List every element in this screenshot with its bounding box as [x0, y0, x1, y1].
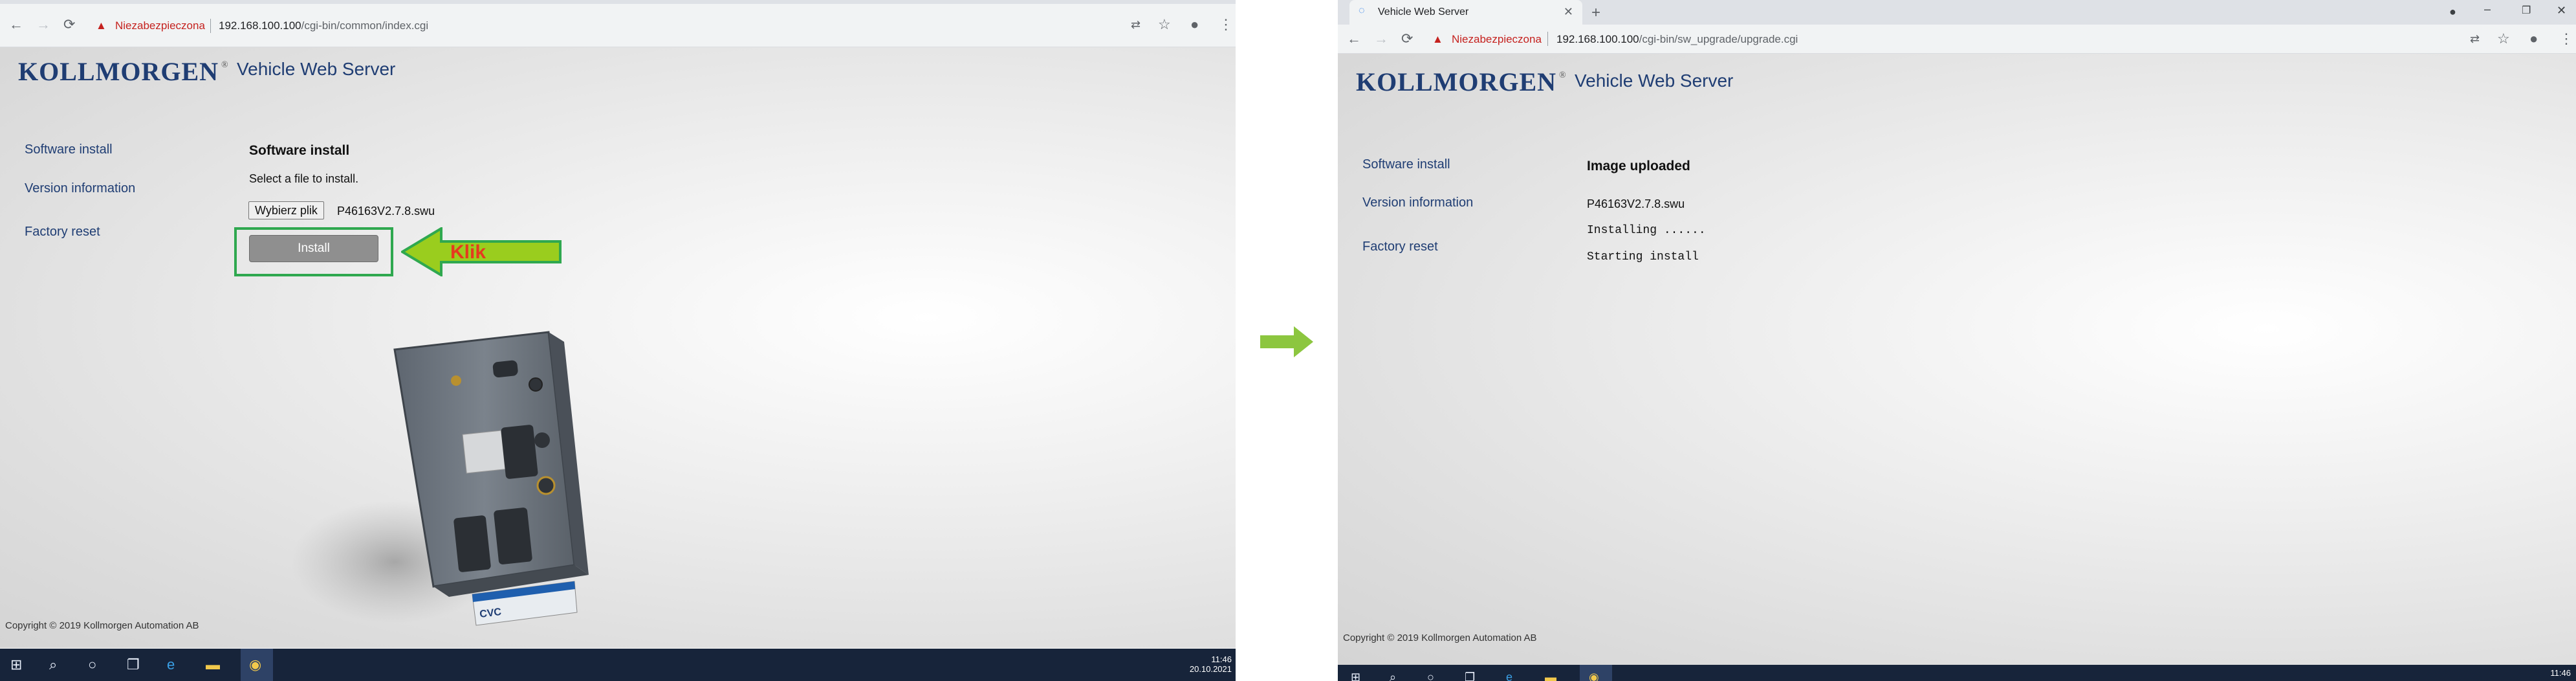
file-explorer-icon[interactable]: ▬ — [1545, 670, 1556, 681]
forward-icon[interactable]: → — [1374, 32, 1388, 46]
url-path: /cgi-bin/common/index.cgi — [301, 19, 429, 32]
chrome-icon[interactable]: ◉ — [1589, 670, 1599, 681]
url-path: /cgi-bin/sw_upgrade/upgrade.cgi — [1639, 33, 1798, 45]
arrow-label: Klik — [450, 241, 486, 263]
clock-date: 20.10.2021 — [1189, 664, 1232, 674]
url-separator — [210, 19, 211, 33]
windows-start-icon[interactable]: ⊞ — [10, 658, 22, 672]
url-input[interactable]: 192.168.100.100/cgi-bin/common/index.cgi — [219, 19, 428, 32]
clock-time: 11:46 — [2550, 668, 2571, 678]
profile-badge-icon[interactable]: ● — [2449, 5, 2456, 19]
translate-icon[interactable]: ⇄ — [1131, 17, 1141, 32]
cortana-icon[interactable]: ○ — [1427, 670, 1434, 681]
menu-icon[interactable]: ⋮ — [1219, 17, 1233, 32]
back-icon[interactable]: ← — [9, 17, 23, 32]
task-view-icon[interactable]: ❐ — [127, 658, 140, 672]
url-host: 192.168.100.100 — [1556, 33, 1639, 45]
back-icon[interactable]: ← — [1347, 32, 1361, 46]
profile-icon[interactable]: ● — [2529, 32, 2538, 46]
warning-icon: ▲ — [96, 19, 107, 32]
windows-taskbar: ⊞ ⌕ ○ ❐ e ▬ ◉ 11:46 20.10.2021 — [0, 649, 1236, 681]
copyright-text: Copyright © 2019 Kollmorgen Automation A… — [5, 620, 199, 631]
task-view-icon[interactable]: ❐ — [1465, 670, 1475, 681]
taskbar-clock[interactable]: 11:46 20.10.2021 — [1190, 654, 1232, 674]
profile-icon[interactable]: ● — [1190, 17, 1199, 32]
active-tab[interactable]: ◌ Vehicle Web Server ✕ — [1349, 0, 1582, 25]
section-title: Software install — [249, 143, 350, 158]
status-title: Image uploaded — [1587, 159, 1690, 173]
choose-file-button[interactable]: Wybierz plik — [248, 201, 324, 219]
url-separator — [1547, 32, 1548, 46]
search-icon[interactable]: ⌕ — [49, 658, 57, 672]
edge-icon[interactable]: e — [1506, 670, 1512, 681]
tab-close-icon[interactable]: ✕ — [1564, 5, 1573, 19]
install-button[interactable]: Install — [249, 235, 378, 262]
windows-taskbar: ⊞ ⌕ ○ ❐ e ▬ ◉ 11:46 — [1338, 665, 2576, 681]
copyright-text: Copyright © 2019 Kollmorgen Automation A… — [1343, 632, 1537, 643]
window-close-icon[interactable]: ✕ — [2557, 4, 2566, 17]
menu-icon[interactable]: ⋮ — [2559, 32, 2573, 46]
transition-arrow-shape — [1260, 326, 1313, 357]
address-bar-row: ← → ⟳ ▲ Niezabezpieczona 192.168.100.100… — [1338, 25, 2576, 54]
starting-status: Starting install — [1587, 251, 1699, 263]
selected-file-name: P46163V2.7.8.swu — [337, 205, 435, 218]
tab-strip: ◌ Vehicle Web Server ✕ + ● – ❐ ✕ — [1338, 0, 2576, 25]
device-image: CVC — [291, 331, 589, 626]
chrome-icon[interactable]: ◉ — [249, 658, 261, 672]
reload-icon[interactable]: ⟳ — [1401, 32, 1413, 46]
brand-logo: KOLLMORGEN ® — [1356, 67, 1567, 96]
translate-icon[interactable]: ⇄ — [2470, 32, 2480, 46]
warning-icon: ▲ — [1432, 33, 1443, 45]
forward-icon[interactable]: → — [36, 17, 50, 32]
new-tab-icon[interactable]: + — [1591, 4, 1600, 22]
cortana-icon[interactable]: ○ — [88, 658, 96, 672]
web-page: KOLLMORGEN ® Vehicle Web Server Software … — [0, 47, 1236, 648]
address-bar-row: ← → ⟳ ▲ Niezabezpieczona 192.168.100.100… — [0, 4, 1236, 47]
file-explorer-icon[interactable]: ▬ — [206, 658, 220, 672]
minimize-icon[interactable]: – — [2484, 3, 2491, 16]
brand-logo: KOLLMORGEN ® — [18, 57, 229, 86]
app-title: Vehicle Web Server — [237, 59, 396, 79]
sidebar-item-factory-reset[interactable]: Factory reset — [25, 225, 100, 240]
tab-favicon-icon: ◌ — [1359, 5, 1365, 16]
sidebar-item-factory-reset[interactable]: Factory reset — [1362, 240, 1438, 254]
windows-start-icon[interactable]: ⊞ — [1351, 670, 1360, 681]
instruction-text: Select a file to install. — [249, 172, 359, 185]
left-screenshot: ← → ⟳ ▲ Niezabezpieczona 192.168.100.100… — [0, 0, 1236, 681]
bookmark-star-icon[interactable]: ☆ — [1158, 17, 1171, 32]
restore-icon[interactable]: ❐ — [2522, 4, 2531, 17]
app-title: Vehicle Web Server — [1575, 71, 1734, 91]
web-page: KOLLMORGEN ® Vehicle Web Server Software … — [1338, 54, 2576, 665]
transition-arrow — [1260, 326, 1313, 357]
url-host: 192.168.100.100 — [219, 19, 301, 32]
sidebar-item-software-install[interactable]: Software install — [25, 142, 113, 157]
sidebar-item-version-information[interactable]: Version information — [1362, 195, 1473, 210]
search-icon[interactable]: ⌕ — [1390, 670, 1396, 681]
bookmark-star-icon[interactable]: ☆ — [2497, 32, 2510, 46]
sidebar-item-version-information[interactable]: Version information — [25, 181, 135, 196]
taskbar-clock[interactable]: 11:46 — [2550, 668, 2571, 678]
tab-title: Vehicle Web Server — [1378, 6, 1469, 17]
installing-status: Installing ...... — [1587, 224, 1706, 237]
clock-time: 11:46 — [1211, 654, 1232, 664]
edge-icon[interactable]: e — [167, 658, 175, 672]
security-warning[interactable]: Niezabezpieczona — [1452, 33, 1542, 46]
uploaded-file-name: P46163V2.7.8.swu — [1587, 197, 1685, 210]
reload-icon[interactable]: ⟳ — [63, 17, 75, 32]
right-screenshot: ◌ Vehicle Web Server ✕ + ● – ❐ ✕ ← → ⟳ ▲… — [1338, 0, 2576, 681]
security-warning[interactable]: Niezabezpieczona — [115, 19, 205, 32]
pointer-arrow: Klik — [401, 227, 562, 276]
url-input[interactable]: 192.168.100.100/cgi-bin/sw_upgrade/upgra… — [1556, 33, 1798, 46]
sidebar-item-software-install[interactable]: Software install — [1362, 157, 1450, 172]
